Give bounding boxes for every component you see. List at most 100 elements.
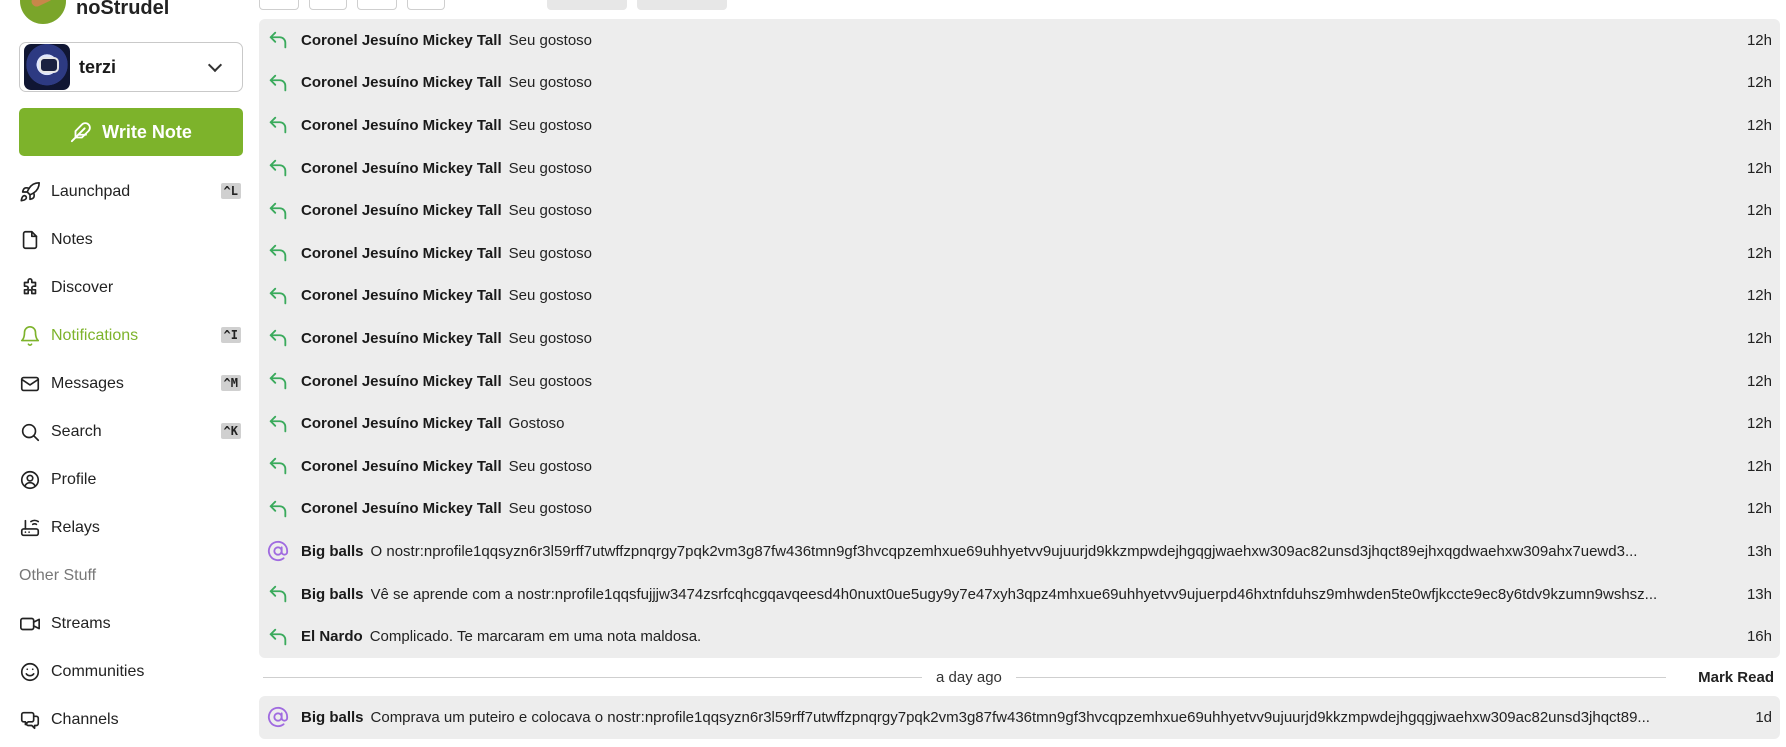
notification-time[interactable]: 12h bbox=[1732, 373, 1772, 390]
notification-text: Seu gostoso bbox=[508, 457, 593, 475]
notification-author[interactable]: Coronel Jesuíno Mickey Tall bbox=[301, 117, 502, 134]
filter-button[interactable] bbox=[407, 0, 445, 10]
notification-time[interactable]: 12h bbox=[1732, 32, 1772, 49]
nav-item-notifications[interactable]: Notifications ^I bbox=[19, 312, 243, 360]
notification-text: Seu gostoso bbox=[508, 159, 593, 177]
account-switcher[interactable]: terzi bbox=[19, 42, 243, 92]
notification-time[interactable]: 12h bbox=[1732, 117, 1772, 134]
notification-author[interactable]: Coronel Jesuíno Mickey Tall bbox=[301, 500, 502, 517]
nav-item-communities[interactable]: Communities bbox=[19, 648, 243, 696]
notification-time[interactable]: 1d bbox=[1732, 709, 1772, 726]
mark-read-button[interactable]: Mark Read bbox=[1698, 669, 1780, 686]
notification-row[interactable]: Coronel Jesuíno Mickey Tall Seu gostoso 12… bbox=[259, 232, 1780, 275]
filter-button[interactable] bbox=[309, 0, 347, 10]
nav-label: Search bbox=[51, 423, 102, 440]
filter-button[interactable] bbox=[357, 0, 397, 10]
notification-time[interactable]: 12h bbox=[1732, 74, 1772, 91]
nav-item-channels[interactable]: Channels bbox=[19, 696, 243, 744]
notification-time[interactable]: 12h bbox=[1732, 458, 1772, 475]
notification-text: Seu gostoso bbox=[508, 500, 593, 518]
notification-row[interactable]: El Nardo Complicado. Te marcaram em uma n… bbox=[259, 615, 1780, 658]
chevron-down-icon bbox=[207, 57, 223, 72]
brand-name: noStrudel bbox=[76, 0, 170, 19]
notification-time[interactable]: 12h bbox=[1732, 202, 1772, 219]
notification-row[interactable]: Coronel Jesuíno Mickey Tall Gostoso 12h bbox=[259, 402, 1780, 445]
notification-time[interactable]: 12h bbox=[1732, 415, 1772, 432]
notification-author[interactable]: Big balls bbox=[301, 586, 364, 603]
reply-icon bbox=[267, 157, 289, 179]
filter-button[interactable] bbox=[637, 0, 727, 10]
rocket-icon bbox=[20, 182, 40, 202]
notification-text: Seu gostoos bbox=[508, 372, 593, 390]
nav-item-profile[interactable]: Profile bbox=[19, 456, 243, 504]
notification-author[interactable]: Coronel Jesuíno Mickey Tall bbox=[301, 245, 502, 262]
notification-row[interactable]: Coronel Jesuíno Mickey Tall Seu gostoso 12… bbox=[259, 317, 1780, 360]
notification-row[interactable]: Coronel Jesuíno Mickey Tall Seu gostoso 12… bbox=[259, 189, 1780, 232]
brand[interactable]: noStrudel bbox=[20, 0, 169, 24]
filter-button[interactable] bbox=[547, 0, 627, 10]
write-note-button[interactable]: Write Note bbox=[19, 108, 243, 156]
nav-label: Communities bbox=[51, 663, 145, 680]
notification-author[interactable]: El Nardo bbox=[301, 628, 363, 645]
notification-author[interactable]: Coronel Jesuíno Mickey Tall bbox=[301, 160, 502, 177]
notification-author[interactable]: Coronel Jesuíno Mickey Tall bbox=[301, 202, 502, 219]
reply-icon bbox=[267, 583, 289, 605]
notification-time[interactable]: 12h bbox=[1732, 245, 1772, 262]
notification-author[interactable]: Big balls bbox=[301, 709, 364, 726]
notification-author[interactable]: Coronel Jesuíno Mickey Tall bbox=[301, 373, 502, 390]
notification-author[interactable]: Coronel Jesuíno Mickey Tall bbox=[301, 287, 502, 304]
notification-row[interactable]: Coronel Jesuíno Mickey Tall Seu gostoso 12… bbox=[259, 488, 1780, 531]
filter-button[interactable] bbox=[259, 0, 299, 10]
nav-item-streams[interactable]: Streams bbox=[19, 600, 243, 648]
reply-icon bbox=[267, 498, 289, 520]
notification-row[interactable]: Coronel Jesuíno Mickey Tall Seu gostoso 12… bbox=[259, 275, 1780, 318]
nav-item-discover[interactable]: Discover bbox=[19, 264, 243, 312]
notification-time[interactable]: 16h bbox=[1732, 628, 1772, 645]
nav-label: Launchpad bbox=[51, 183, 131, 200]
notification-row[interactable]: Coronel Jesuíno Mickey Tall Seu gostoos 12… bbox=[259, 360, 1780, 403]
notification-author[interactable]: Coronel Jesuíno Mickey Tall bbox=[301, 458, 502, 475]
reply-icon bbox=[267, 327, 289, 349]
nav-item-notes[interactable]: Notes bbox=[19, 216, 243, 264]
user-circle-icon bbox=[20, 470, 40, 490]
notification-author[interactable]: Coronel Jesuíno Mickey Tall bbox=[301, 415, 502, 432]
notification-row[interactable]: Coronel Jesuíno Mickey Tall Seu gostoso 12… bbox=[259, 62, 1780, 105]
notification-time[interactable]: 13h bbox=[1732, 586, 1772, 603]
notification-time[interactable]: 12h bbox=[1732, 287, 1772, 304]
nav-label: Channels bbox=[51, 711, 119, 728]
notification-row[interactable]: Big balls O nostr:nprofile1qqsyzn6r3l59rf… bbox=[259, 530, 1780, 573]
nav-section-other-stuff: Other Stuff bbox=[19, 567, 97, 584]
notification-author[interactable]: Coronel Jesuíno Mickey Tall bbox=[301, 32, 502, 49]
notification-row[interactable]: Big balls Vê se aprende com a nostr:nprof… bbox=[259, 573, 1780, 616]
reply-icon bbox=[267, 413, 289, 435]
shortcut-badge: ^L bbox=[220, 183, 241, 199]
nav-item-launchpad[interactable]: Launchpad ^L bbox=[19, 168, 243, 216]
notification-time[interactable]: 13h bbox=[1732, 543, 1772, 560]
notification-author[interactable]: Coronel Jesuíno Mickey Tall bbox=[301, 74, 502, 91]
notification-row[interactable]: Coronel Jesuíno Mickey Tall Seu gostoso 12… bbox=[259, 19, 1780, 62]
nav-item-messages[interactable]: Messages ^M bbox=[19, 360, 243, 408]
notification-text: Seu gostoso bbox=[508, 244, 593, 262]
reply-icon bbox=[267, 626, 289, 648]
notification-row[interactable]: Coronel Jesuíno Mickey Tall Seu gostoso 12… bbox=[259, 445, 1780, 488]
nav-item-search[interactable]: Search ^K bbox=[19, 408, 243, 456]
notification-author[interactable]: Big balls bbox=[301, 543, 364, 560]
reply-icon bbox=[267, 285, 289, 307]
notification-time[interactable]: 12h bbox=[1732, 500, 1772, 517]
note-icon bbox=[22, 230, 38, 250]
notification-time[interactable]: 12h bbox=[1732, 160, 1772, 177]
divider-line bbox=[1015, 676, 1666, 678]
brand-logo bbox=[20, 0, 66, 24]
notification-row[interactable]: Coronel Jesuíno Mickey Tall Seu gostoso 12… bbox=[259, 104, 1780, 147]
notification-row[interactable]: Big balls Comprava um puteiro e colocava … bbox=[259, 696, 1780, 739]
account-name: terzi bbox=[79, 56, 117, 77]
nav-item-relays[interactable]: Relays bbox=[19, 504, 243, 552]
notification-text: Seu gostoso bbox=[508, 202, 593, 220]
notification-time[interactable]: 12h bbox=[1732, 330, 1772, 347]
notification-author[interactable]: Coronel Jesuíno Mickey Tall bbox=[301, 330, 502, 347]
day-divider: a day ago Mark Read bbox=[259, 664, 1780, 690]
nav-label: Profile bbox=[51, 471, 97, 488]
notification-row[interactable]: Coronel Jesuíno Mickey Tall Seu gostoso 12… bbox=[259, 147, 1780, 190]
notification-text: Gostoso bbox=[508, 415, 565, 433]
sidebar: noStrudel terzi Write Note Launchpad ^L … bbox=[0, 0, 250, 747]
